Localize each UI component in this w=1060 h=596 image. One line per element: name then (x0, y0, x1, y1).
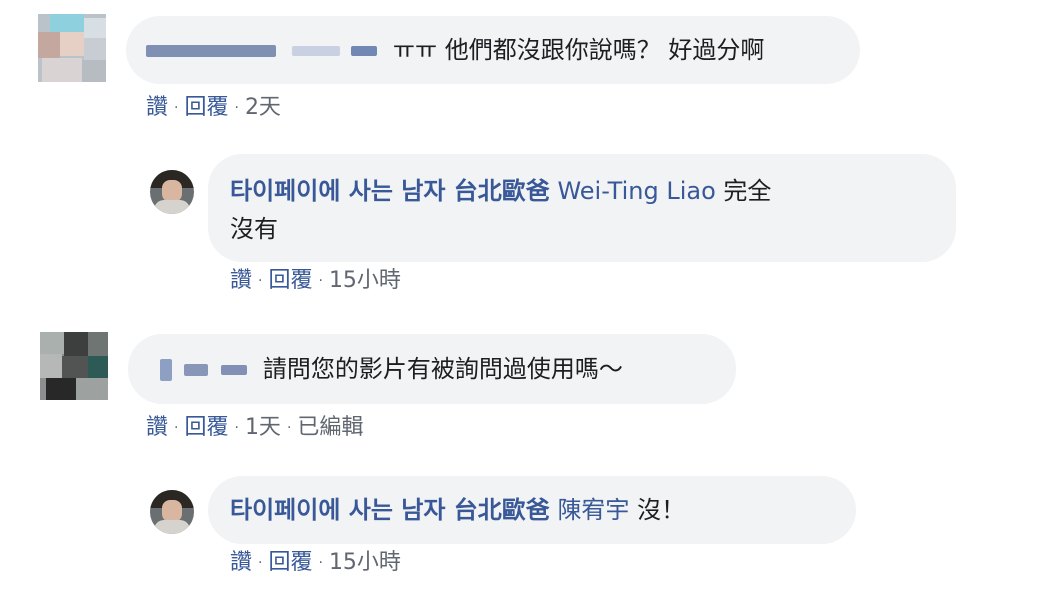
page-avatar[interactable] (150, 170, 194, 214)
reply-link[interactable]: 回覆 (184, 95, 228, 120)
reply-bubble (208, 154, 956, 262)
separator-dot: · (174, 420, 179, 436)
reply-link[interactable]: 回覆 (184, 415, 228, 440)
comment-text-row: ㅠㅠ 他們都沒跟你說嗎？ 好過分啊 (146, 33, 764, 67)
separator-dot: · (286, 420, 292, 436)
separator-dot: · (234, 420, 239, 436)
separator-dot: · (318, 273, 323, 289)
like-link[interactable]: 讚 (146, 415, 168, 440)
commenter-avatar-blurred[interactable] (40, 332, 108, 400)
author-name-blurred[interactable] (160, 359, 172, 381)
separator-dot: · (258, 273, 263, 289)
comment-text: ㅠㅠ 他們都沒跟你說嗎？ 好過分啊 (392, 36, 765, 64)
reply-link[interactable]: 回覆 (268, 268, 312, 293)
timestamp[interactable]: 1天 (245, 415, 281, 440)
author-name[interactable]: 타이페이에 사는 남자 台北歐爸 (230, 496, 550, 524)
author-name-blurred[interactable] (183, 364, 208, 376)
author-name-blurred[interactable] (291, 46, 340, 56)
timestamp[interactable]: 15小時 (329, 268, 401, 293)
reply-link[interactable]: 回覆 (268, 550, 312, 575)
separator-dot: · (258, 555, 263, 571)
timestamp[interactable]: 2天 (245, 95, 281, 120)
edited-label[interactable]: 已編輯 (297, 415, 363, 440)
author-name-blurred[interactable] (221, 365, 248, 375)
separator-dot: · (234, 100, 239, 116)
author-name-blurred[interactable] (146, 45, 276, 57)
separator-dot: · (318, 555, 323, 571)
tagged-user[interactable]: 陳宥宇 (557, 496, 629, 524)
reply-actions: 讚 · 回覆 · 15小時 (230, 266, 401, 296)
tagged-user[interactable]: Wei-Ting Liao (557, 177, 715, 205)
comment-text: 請問您的影片有被詢問過使用嗎～ (262, 355, 623, 383)
separator-dot: · (174, 100, 179, 116)
reply-actions: 讚 · 回覆 · 15小時 (230, 548, 401, 578)
author-name-blurred[interactable] (351, 46, 378, 56)
like-link[interactable]: 讚 (146, 95, 168, 120)
comment-actions: 讚 · 回覆 · 2天 (146, 93, 281, 123)
commenter-avatar-blurred[interactable] (38, 14, 106, 82)
timestamp[interactable]: 15小時 (329, 550, 401, 575)
reply-text-line-2: 沒有 (230, 215, 278, 243)
reply-text: 完全 (723, 177, 772, 205)
reply-text-row: 타이페이에 사는 남자 台北歐爸 陳宥宇 沒！ (230, 493, 685, 527)
comment-text-row: 請問您的影片有被詢問過使用嗎～ (160, 352, 623, 386)
page-avatar[interactable] (150, 490, 194, 534)
reply-text-line-1: 타이페이에 사는 남자 台北歐爸 Wei-Ting Liao 完全 (230, 174, 771, 208)
like-link[interactable]: 讚 (230, 550, 252, 575)
author-name[interactable]: 타이페이에 사는 남자 台北歐爸 (230, 177, 550, 205)
comment-actions: 讚 · 回覆 · 1天 · 已編輯 (146, 413, 363, 443)
like-link[interactable]: 讚 (230, 268, 252, 293)
reply-text: 沒！ (637, 496, 686, 524)
